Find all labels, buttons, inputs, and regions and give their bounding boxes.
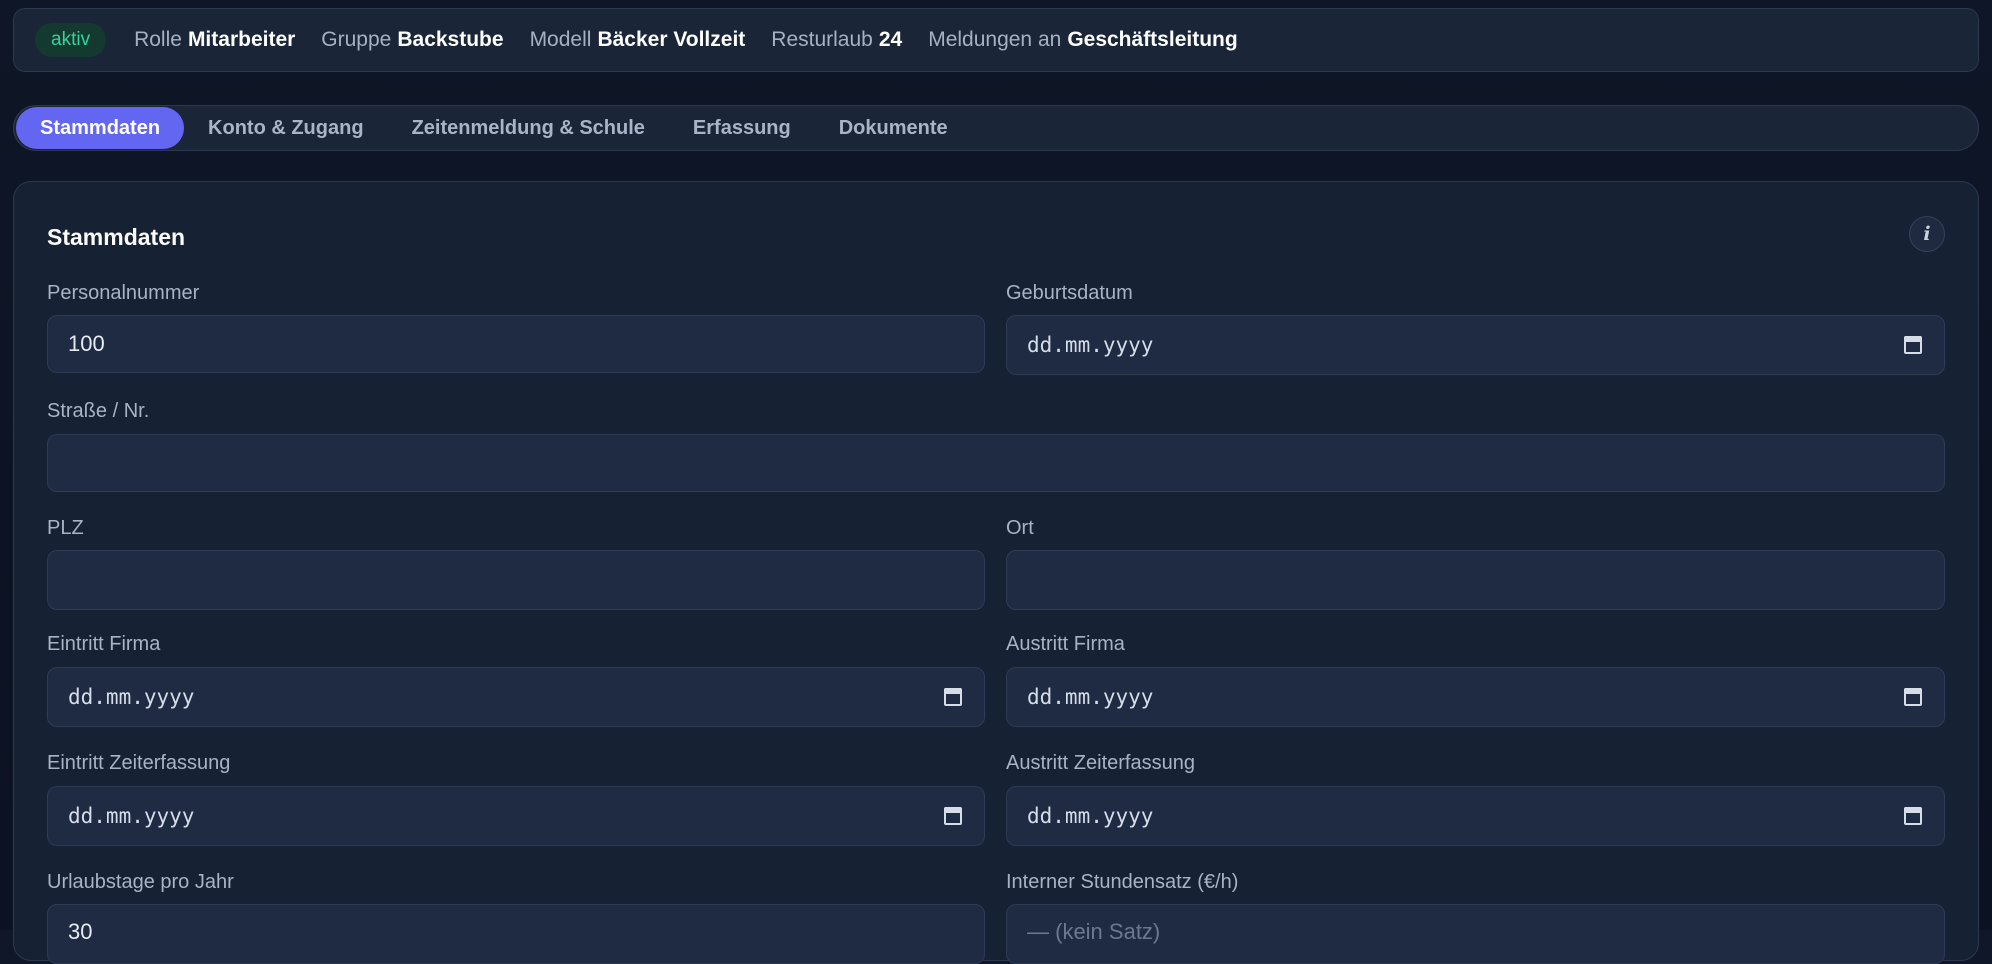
austritt-zeiterfassung-input[interactable]: dd.mm.yyyy [1006, 786, 1945, 846]
tab-konto-zugang[interactable]: Konto & Zugang [184, 107, 388, 149]
personalnummer-input[interactable]: 100 [47, 315, 985, 373]
austritt-zeiterfassung-value: dd.mm.yyyy [1027, 804, 1154, 828]
geburtsdatum-label: Geburtsdatum [1006, 282, 1133, 304]
eintritt-firma-label: Eintritt Firma [47, 633, 161, 655]
eintritt-zeiterfassung-value: dd.mm.yyyy [68, 804, 195, 828]
austritt-firma-label: Austritt Firma [1006, 633, 1125, 655]
ort-input[interactable] [1006, 550, 1945, 610]
austritt-firma-input[interactable]: dd.mm.yyyy [1006, 667, 1945, 727]
tab-stammdaten[interactable]: Stammdaten [16, 107, 185, 149]
meta-gruppe: Gruppe Backstube [321, 28, 504, 51]
meta-resturlaub: Resturlaub 24 [771, 28, 903, 51]
plz-label: PLZ [47, 517, 84, 539]
austritt-zeiterfassung-label: Austritt Zeiterfassung [1006, 752, 1195, 774]
stammdaten-panel: Stammdaten i Personalnummer 100 Geburtsd… [13, 181, 1979, 964]
strasse-input[interactable] [47, 434, 1945, 492]
calendar-icon[interactable] [1904, 336, 1922, 354]
personalnummer-label: Personalnummer [47, 282, 200, 304]
urlaubstage-input[interactable]: 30 [47, 904, 985, 964]
meta-rolle: Rolle Mitarbeiter [134, 28, 296, 51]
ort-label: Ort [1006, 517, 1034, 539]
employee-status-bar: aktiv Rolle Mitarbeiter Gruppe Backstube M… [13, 8, 1979, 72]
stundensatz-label: Interner Stundensatz (€/h) [1006, 871, 1239, 893]
panel-title: Stammdaten [47, 224, 186, 250]
calendar-icon[interactable] [1904, 688, 1922, 706]
personalnummer-value: 100 [68, 331, 105, 356]
strasse-label: Straße / Nr. [47, 400, 150, 422]
eintritt-zeiterfassung-label: Eintritt Zeiterfassung [47, 752, 231, 774]
meta-meldungen: Meldungen an Geschäftsleitung [928, 28, 1238, 51]
geburtsdatum-input[interactable]: dd.mm.yyyy [1006, 315, 1945, 375]
urlaubstage-label: Urlaubstage pro Jahr [47, 871, 234, 893]
tab-erfassung[interactable]: Erfassung [669, 107, 815, 149]
calendar-icon[interactable] [944, 807, 962, 825]
tab-dokumente[interactable]: Dokumente [815, 107, 972, 149]
tab-zeitenmeldung-schule[interactable]: Zeitenmeldung & Schule [388, 107, 669, 149]
stundensatz-value: — (kein Satz) [1027, 919, 1161, 944]
eintritt-firma-value: dd.mm.yyyy [68, 685, 195, 709]
stundensatz-input[interactable]: — (kein Satz) [1006, 904, 1945, 964]
meta-modell: Modell Bäcker Vollzeit [529, 28, 746, 51]
geburtsdatum-value: dd.mm.yyyy [1027, 333, 1154, 357]
status-badge: aktiv [35, 23, 107, 57]
calendar-icon[interactable] [1904, 807, 1922, 825]
eintritt-firma-input[interactable]: dd.mm.yyyy [47, 667, 985, 727]
austritt-firma-value: dd.mm.yyyy [1027, 685, 1154, 709]
eintritt-zeiterfassung-input[interactable]: dd.mm.yyyy [47, 786, 985, 846]
urlaubstage-value: 30 [68, 919, 93, 944]
plz-input[interactable] [47, 550, 985, 610]
info-icon[interactable]: i [1909, 216, 1945, 252]
tab-bar: Stammdaten Konto & Zugang Zeitenmeldung … [13, 105, 1979, 151]
calendar-icon[interactable] [944, 688, 962, 706]
